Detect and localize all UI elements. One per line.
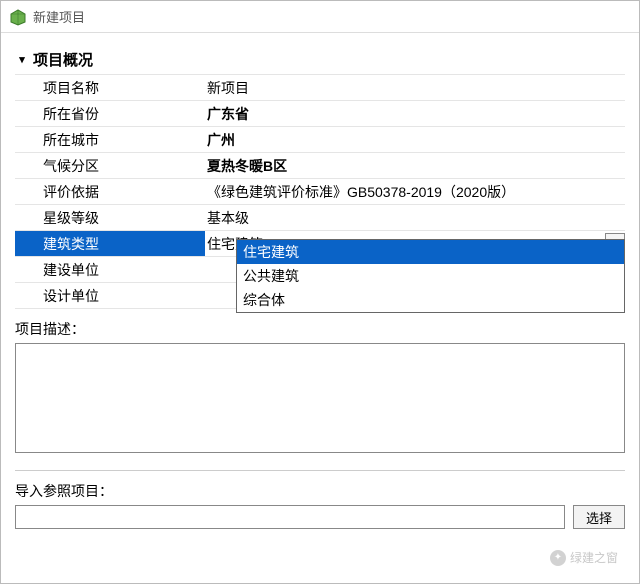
window-title: 新建项目 — [33, 7, 85, 26]
browse-button[interactable]: 选择 — [573, 505, 625, 529]
value-city[interactable]: 广州 — [205, 127, 625, 152]
value-climate[interactable]: 夏热冬暖B区 — [205, 153, 625, 178]
label-province: 所在省份 — [15, 101, 205, 126]
value-project-name[interactable]: 新项目 — [205, 75, 625, 100]
label-star: 星级等级 — [15, 205, 205, 230]
row-province[interactable]: 所在省份 广东省 — [15, 101, 625, 127]
dialog-window: 新建项目 ▾ 项目概况 项目名称 新项目 所在省份 广东省 所在城市 广州 气候… — [0, 0, 640, 584]
label-climate: 气候分区 — [15, 153, 205, 178]
import-label: 导入参照项目： — [15, 481, 625, 501]
value-basis[interactable]: 《绿色建筑评价标准》GB50378-2019（2020版） — [205, 179, 625, 204]
section-header[interactable]: ▾ 项目概况 — [15, 45, 625, 74]
label-city: 所在城市 — [15, 127, 205, 152]
label-construction-unit: 建设单位 — [15, 257, 205, 282]
value-star[interactable]: 基本级 — [205, 205, 625, 230]
label-project-name: 项目名称 — [15, 75, 205, 100]
row-climate[interactable]: 气候分区 夏热冬暖B区 — [15, 153, 625, 179]
dropdown-option[interactable]: 综合体 — [237, 288, 624, 312]
section-title: 项目概况 — [33, 49, 93, 70]
label-design-unit: 设计单位 — [15, 283, 205, 308]
row-city[interactable]: 所在城市 广州 — [15, 127, 625, 153]
app-icon — [9, 8, 27, 26]
description-input[interactable] — [15, 343, 625, 453]
dropdown-option[interactable]: 住宅建筑 — [237, 240, 624, 264]
divider — [15, 470, 625, 471]
row-star[interactable]: 星级等级 基本级 — [15, 205, 625, 231]
row-basis[interactable]: 评价依据 《绿色建筑评价标准》GB50378-2019（2020版） — [15, 179, 625, 205]
chevron-down-icon: ▾ — [15, 53, 29, 66]
title-bar: 新建项目 — [1, 1, 639, 33]
description-label: 项目描述： — [15, 319, 625, 339]
dropdown-list: 住宅建筑 公共建筑 综合体 — [236, 239, 625, 313]
import-path-input[interactable] — [15, 505, 565, 529]
label-basis: 评价依据 — [15, 179, 205, 204]
value-province[interactable]: 广东省 — [205, 101, 625, 126]
label-building-type: 建筑类型 — [15, 231, 205, 256]
row-project-name[interactable]: 项目名称 新项目 — [15, 75, 625, 101]
dropdown-option[interactable]: 公共建筑 — [237, 264, 624, 288]
import-row: 选择 — [15, 505, 625, 529]
content-area: ▾ 项目概况 项目名称 新项目 所在省份 广东省 所在城市 广州 气候分区 夏热… — [1, 33, 639, 529]
